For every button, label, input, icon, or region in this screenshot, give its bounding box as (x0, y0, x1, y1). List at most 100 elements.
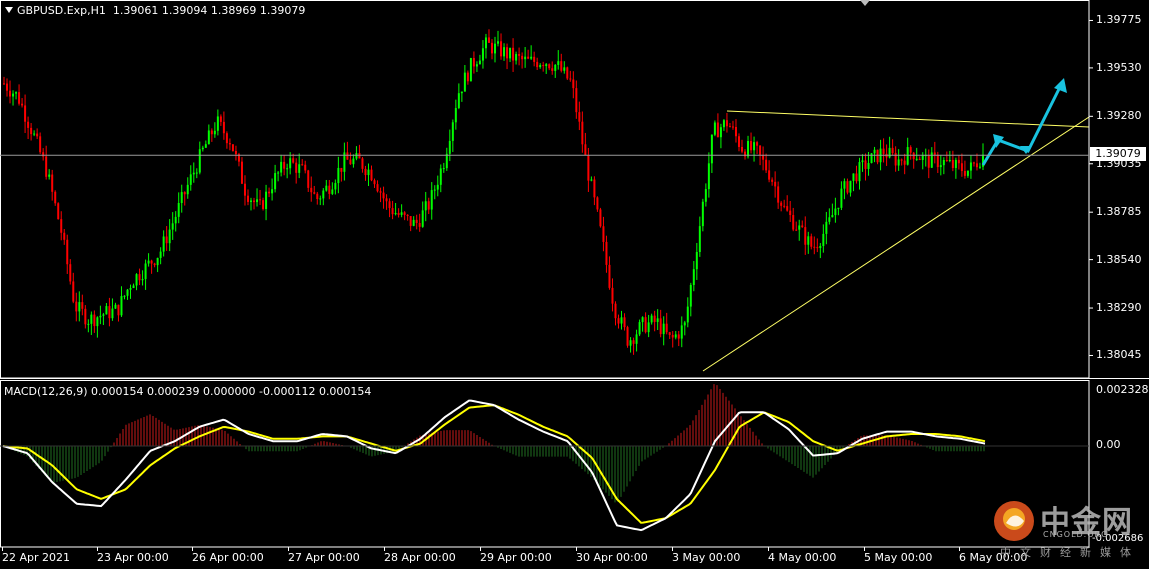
candle-body (521, 55, 524, 60)
current-price-badge: 1.39079 (1090, 147, 1146, 161)
candle-body (87, 323, 90, 325)
candle-body (12, 93, 15, 97)
candle-body (798, 225, 801, 230)
candle-body (430, 190, 433, 210)
candle-body (771, 179, 774, 182)
candle-body (385, 198, 388, 202)
candle-body (578, 112, 581, 122)
overlay-layer (2, 78, 1090, 532)
candle-body (322, 190, 325, 199)
price-chart[interactable] (0, 0, 1149, 569)
candle-body (105, 306, 108, 315)
candle-body (370, 169, 373, 181)
candle-body (156, 257, 159, 266)
candle-body (858, 162, 861, 182)
candle-body (629, 340, 632, 346)
candle-body (207, 130, 210, 145)
candle-body (394, 213, 397, 215)
candle-body (680, 325, 683, 339)
candle-body (316, 193, 319, 199)
candle-body (605, 241, 608, 265)
menu-triangle-icon[interactable] (5, 7, 13, 13)
candle-body (262, 200, 265, 209)
candle-body (219, 116, 222, 122)
shift-marker-icon[interactable] (860, 0, 870, 6)
candle-body (78, 302, 81, 312)
candle-body (566, 67, 569, 79)
candle-body (963, 170, 966, 176)
candle-body (503, 47, 506, 57)
candle-body (132, 285, 135, 289)
candle-body (716, 122, 719, 138)
candle-body (494, 43, 496, 54)
candle-body (864, 160, 867, 169)
candle-body (174, 216, 177, 224)
candle-body (150, 260, 153, 264)
candle-body (533, 56, 536, 62)
candle-body (542, 65, 545, 67)
candle-body (927, 155, 930, 168)
candle-body (593, 179, 596, 198)
macd-tick-zero: 0.00 (1096, 438, 1121, 451)
candle-body (120, 296, 123, 316)
candle-body (662, 323, 665, 335)
candle-body (840, 188, 843, 208)
candle-body (617, 318, 620, 324)
candle-body (352, 158, 355, 165)
candle-body (126, 289, 129, 296)
candle-body (909, 147, 912, 153)
candle-body (650, 315, 653, 323)
candle-body (737, 136, 740, 147)
candle-body (265, 191, 268, 209)
candle-body (659, 318, 662, 335)
candle-body (530, 56, 533, 59)
candle-body (108, 306, 111, 319)
candle-body (575, 88, 578, 113)
candle-body (635, 334, 638, 344)
candle-body (569, 78, 572, 80)
candle-body (364, 168, 367, 176)
candle-body (406, 214, 409, 217)
candle-body (804, 227, 807, 245)
candle-body (545, 64, 548, 66)
candle-body (837, 207, 840, 209)
time-tick-label: 5 May 00:00 (864, 551, 933, 564)
candle-body (792, 215, 795, 230)
candle-body (123, 295, 126, 297)
arrow-head-icon (1054, 78, 1067, 93)
watermark-sub: 中文财经新媒体 (1000, 546, 1140, 559)
time-tick-label: 27 Apr 00:00 (288, 551, 360, 564)
watermark-logo-icon (994, 501, 1034, 541)
candle-body (198, 149, 201, 173)
candle-body (972, 162, 975, 164)
candle-body (129, 288, 132, 290)
candle-body (882, 148, 885, 154)
candle-body (469, 58, 472, 82)
candle-body (620, 317, 623, 324)
candle-body (671, 334, 674, 338)
candle-body (563, 67, 566, 71)
candle-body (21, 103, 24, 106)
candle-body (379, 191, 382, 193)
candle-body (888, 147, 891, 158)
candle-body (728, 126, 731, 128)
symbol-name: GBPUSD.Exp,H1 (17, 4, 106, 17)
candle-body (481, 48, 484, 61)
candle-body (192, 172, 195, 175)
candle-body (780, 202, 783, 206)
candle-body (722, 120, 725, 128)
candle-body (475, 64, 478, 67)
candle-body (891, 147, 894, 154)
candle-body (683, 322, 686, 326)
candle-body (15, 92, 18, 94)
candle-body (204, 144, 207, 148)
candle-body (141, 279, 144, 281)
candle-body (460, 91, 463, 94)
candle-body (201, 147, 204, 150)
candle-body (852, 173, 855, 181)
candle-body (228, 143, 231, 145)
candle-body (975, 163, 978, 168)
candle-body (27, 121, 30, 128)
candle-body (195, 172, 198, 174)
candle-body (759, 145, 762, 155)
